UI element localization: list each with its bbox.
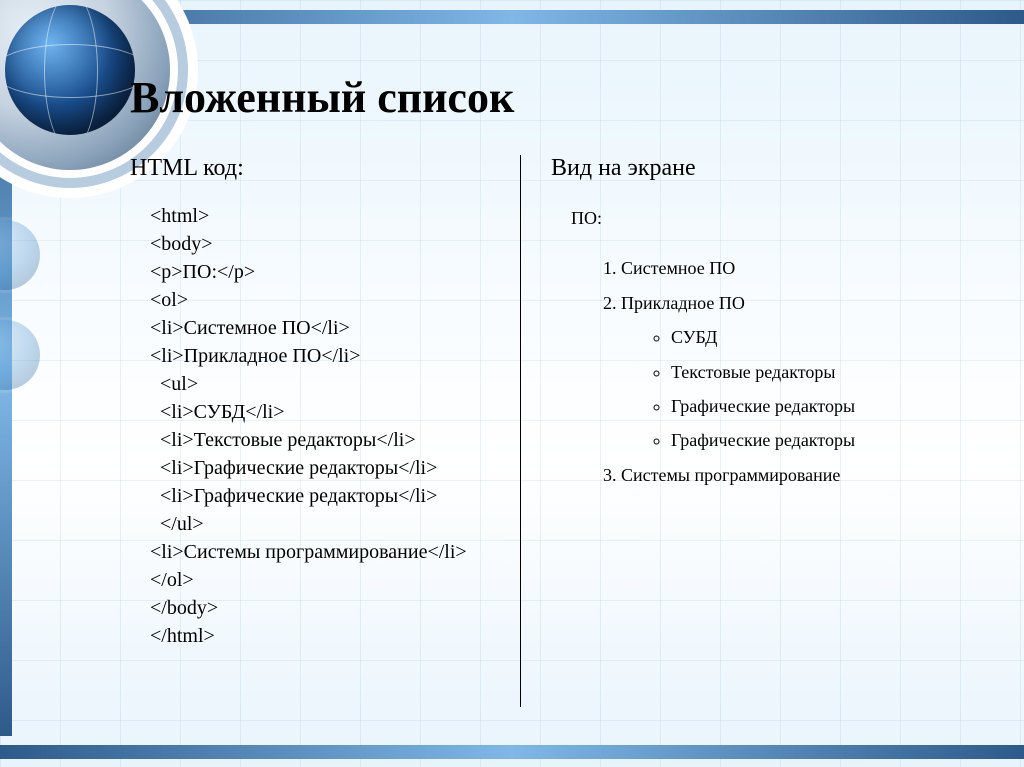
code-line: <p>ПО:</p> <box>150 258 510 286</box>
code-line: <ol> <box>150 286 510 314</box>
code-line: <li>Системы программирование</li> <box>150 538 510 566</box>
code-line: <body> <box>150 230 510 258</box>
render-label: ПО: <box>571 202 964 234</box>
code-line: <html> <box>150 202 510 230</box>
list-item: Графические редакторы <box>671 390 964 422</box>
code-line: </body> <box>150 594 510 622</box>
list-item: Системы программирование <box>621 459 964 491</box>
list-item-label: Прикладное ПО <box>621 293 745 313</box>
code-line: </ol> <box>150 566 510 594</box>
content-area: HTML код: <html> <body> <p>ПО:</p> <ol> … <box>130 155 964 707</box>
rendered-output: ПО: Системное ПО Прикладное ПО СУБД Текс… <box>551 202 964 491</box>
slide-title: Вложенный список <box>130 72 514 123</box>
code-block: <html> <body> <p>ПО:</p> <ol> <li>Систем… <box>130 202 510 650</box>
list-item: Графические редакторы <box>671 424 964 456</box>
left-column: HTML код: <html> <body> <p>ПО:</p> <ol> … <box>130 155 520 707</box>
right-header: Вид на экране <box>551 155 964 182</box>
code-line: </ul> <box>150 510 510 538</box>
small-globes-decor <box>0 220 40 420</box>
code-line: <li>СУБД</li> <box>150 398 510 426</box>
code-line: <li>Графические редакторы</li> <box>150 482 510 510</box>
left-header: HTML код: <box>130 155 510 182</box>
bottom-decor-bar <box>0 745 1024 759</box>
list-item: Текстовые редакторы <box>671 356 964 388</box>
list-item: Системное ПО <box>621 252 964 284</box>
code-line: <ul> <box>150 370 510 398</box>
small-globe-icon <box>0 220 40 290</box>
code-line: </html> <box>150 622 510 650</box>
code-line: <li>Текстовые редакторы</li> <box>150 426 510 454</box>
right-column: Вид на экране ПО: Системное ПО Прикладно… <box>520 155 964 707</box>
list-item: Прикладное ПО СУБД Текстовые редакторы Г… <box>621 287 964 457</box>
list-item: СУБД <box>671 321 964 353</box>
unordered-list: СУБД Текстовые редакторы Графические ред… <box>621 321 964 457</box>
code-line: <li>Графические редакторы</li> <box>150 454 510 482</box>
small-globe-icon <box>0 320 40 390</box>
ordered-list: Системное ПО Прикладное ПО СУБД Текстовы… <box>571 252 964 491</box>
code-line: <li>Системное ПО</li> <box>150 314 510 342</box>
code-line: <li>Прикладное ПО</li> <box>150 342 510 370</box>
globe-icon <box>5 5 135 135</box>
